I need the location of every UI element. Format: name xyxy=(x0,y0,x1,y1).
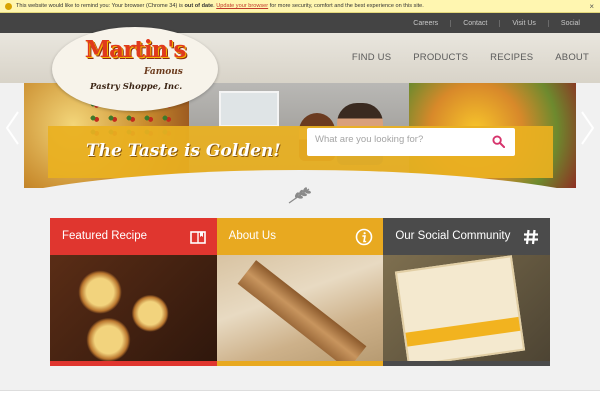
card-label: About Us xyxy=(228,230,276,242)
card-base xyxy=(50,361,217,366)
close-icon[interactable]: × xyxy=(589,0,594,12)
logo[interactable]: Martin's Famous Pastry Shoppe, Inc. xyxy=(52,27,218,111)
wheat-icon xyxy=(288,187,311,204)
page: This website would like to remind you: Y… xyxy=(0,0,600,400)
logo-brand: Martin's xyxy=(84,36,187,63)
info-icon xyxy=(356,228,373,246)
recipe-book-icon xyxy=(189,231,206,244)
util-link-visit-us[interactable]: Visit Us xyxy=(499,19,548,27)
util-link-contact[interactable]: Contact xyxy=(450,19,499,27)
search-box xyxy=(307,128,515,156)
card-base xyxy=(383,361,550,366)
logo-shoppe: Pastry Shoppe, Inc. xyxy=(90,82,183,92)
search-input[interactable] xyxy=(315,131,485,147)
nav-recipes[interactable]: RECIPES xyxy=(490,52,533,64)
card-image-dough xyxy=(216,255,384,361)
hero-window xyxy=(219,91,279,127)
nav-about[interactable]: ABOUT xyxy=(555,52,589,64)
nav-products[interactable]: PRODUCTS xyxy=(413,52,468,64)
card-label: Our Social Community xyxy=(395,230,511,242)
featured-recipe-card[interactable]: Featured Recipe xyxy=(50,218,217,366)
search-icon[interactable] xyxy=(492,135,505,148)
warning-icon xyxy=(5,3,12,10)
hero-tagline: The Taste is Golden! xyxy=(86,141,281,161)
utility-nav: Careers Contact Visit Us Social xyxy=(0,13,600,33)
notice-emphasis: out of date xyxy=(184,3,214,9)
footer-strip xyxy=(0,390,600,400)
card-label: Featured Recipe xyxy=(62,230,148,242)
card-image-package xyxy=(383,255,550,366)
package-band xyxy=(405,316,521,347)
feature-cards: Featured Recipe About Us Our Social Comm… xyxy=(50,218,550,366)
update-browser-link[interactable]: Update your browser xyxy=(216,3,268,9)
logo-famous: Famous xyxy=(144,67,183,77)
card-image-sliders xyxy=(50,255,217,361)
util-link-social[interactable]: Social xyxy=(547,19,592,27)
browser-update-notice: This website would like to remind you: Y… xyxy=(0,0,600,13)
card-base xyxy=(216,361,384,366)
social-community-card[interactable]: Our Social Community xyxy=(383,218,550,366)
carousel-prev-icon[interactable] xyxy=(3,108,23,148)
carousel-next-icon[interactable] xyxy=(577,108,597,148)
nav-find-us[interactable]: FIND US xyxy=(352,52,391,64)
util-link-careers[interactable]: Careers xyxy=(401,20,450,27)
bread-package xyxy=(395,255,526,366)
notice-prefix: This website would like to remind you: Y… xyxy=(16,3,185,9)
main-nav: FIND US PRODUCTS RECIPES ABOUT xyxy=(341,52,600,64)
about-us-card[interactable]: About Us xyxy=(216,218,384,366)
notice-suffix: for more security, comfort and the best … xyxy=(268,3,424,9)
hashtag-icon xyxy=(523,229,538,245)
